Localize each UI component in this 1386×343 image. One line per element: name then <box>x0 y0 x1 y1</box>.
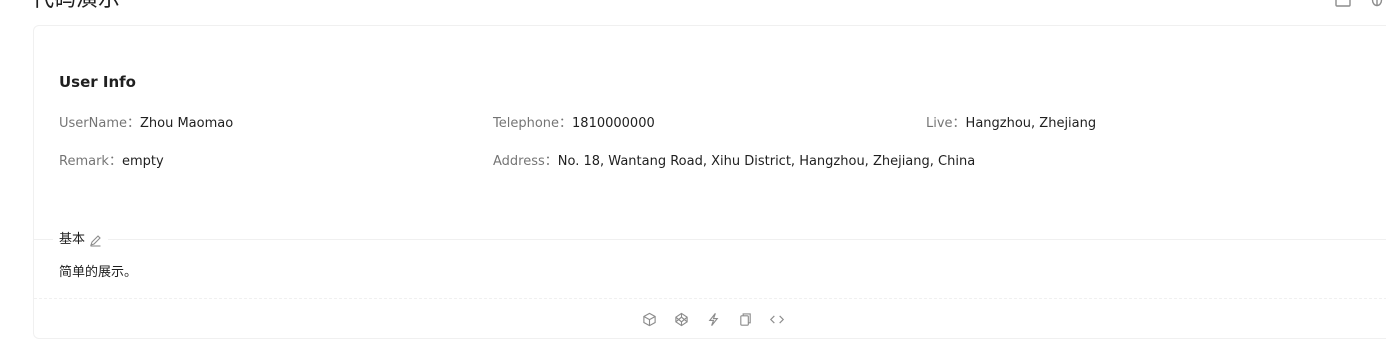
top-actions <box>1334 0 1386 8</box>
desc-label: Telephone： <box>493 116 573 131</box>
code-box-actions <box>34 298 1386 340</box>
page-title: 代码演示 <box>32 0 120 12</box>
desc-label: Remark： <box>59 154 122 169</box>
codepen-icon[interactable] <box>673 312 689 328</box>
desc-item-username: UserName：Zhou Maomao <box>59 115 233 133</box>
desc-value: empty <box>121 154 164 169</box>
expand-icon[interactable] <box>1334 0 1352 8</box>
code-box-title[interactable]: 基本 <box>53 232 109 248</box>
code-box-description: 简单的展示。 <box>59 265 138 280</box>
descriptions-title: User Info <box>59 73 136 91</box>
desc-label: Address： <box>493 154 558 169</box>
desc-label: UserName： <box>59 116 140 131</box>
desc-item-live: Live：Hangzhou, Zhejiang <box>926 115 1096 133</box>
edit-icon[interactable] <box>89 234 102 247</box>
desc-item-address: Address：No. 18, Wantang Road, Xihu Distr… <box>493 153 975 171</box>
code-box: User Info UserName：Zhou Maomao Telephone… <box>33 25 1386 339</box>
copy-icon[interactable] <box>737 312 753 328</box>
desc-value: Zhou Maomao <box>139 116 234 131</box>
desc-value: No. 18, Wantang Road, Xihu District, Han… <box>557 154 976 169</box>
code-box-meta: 基本 简单的展示。 <box>34 232 1386 280</box>
desc-value: 1810000000 <box>572 116 655 131</box>
demo-descriptions: User Info UserName：Zhou Maomao Telephone… <box>59 72 1359 169</box>
desc-value: Hangzhou, Zhejiang <box>965 116 1097 131</box>
code-expand-icon[interactable] <box>769 312 785 328</box>
stackblitz-icon[interactable] <box>705 312 721 328</box>
code-box-title-text[interactable]: 基本 <box>59 232 85 248</box>
codesandbox-icon[interactable] <box>641 312 657 328</box>
bug-icon[interactable] <box>1368 0 1386 8</box>
desc-item-telephone: Telephone：1810000000 <box>493 115 655 133</box>
desc-label: Live： <box>926 116 966 131</box>
desc-item-remark: Remark：empty <box>59 153 164 171</box>
